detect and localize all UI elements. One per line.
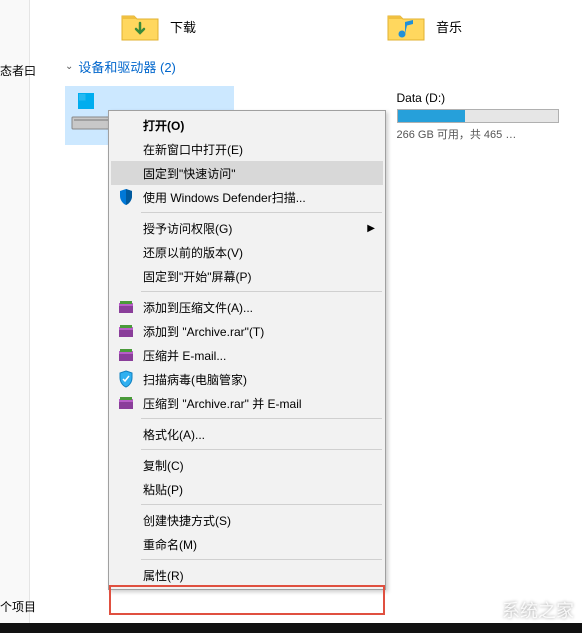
watermark-text: 系统之家: [502, 597, 574, 623]
downloads-folder-icon: [120, 10, 160, 42]
menu-rename[interactable]: 重命名(M): [111, 532, 383, 556]
menu-label: 还原以前的版本(V): [143, 244, 243, 261]
menu-separator: [141, 559, 382, 560]
menu-label: 压缩到 "Archive.rar" 并 E-mail: [143, 395, 302, 412]
qq-guard-icon: [117, 370, 135, 388]
folder-downloads[interactable]: 下载: [120, 10, 196, 42]
menu-label: 使用 Windows Defender扫描...: [143, 189, 306, 206]
menu-separator: [141, 449, 382, 450]
devices-group-header[interactable]: ⌄ 设备和驱动器 (2): [50, 57, 562, 76]
menu-create-shortcut[interactable]: 创建快捷方式(S): [111, 508, 383, 532]
menu-label: 固定到"快速访问": [143, 165, 236, 182]
watermark: 系统之家: [466, 597, 574, 623]
menu-separator: [141, 504, 382, 505]
menu-label: 扫描病毒(电脑管家): [143, 371, 247, 388]
menu-label: 复制(C): [143, 457, 184, 474]
music-folder-icon: [386, 10, 426, 42]
menu-separator: [141, 418, 382, 419]
menu-copy[interactable]: 复制(C): [111, 453, 383, 477]
menu-label: 添加到压缩文件(A)...: [143, 299, 253, 316]
menu-label: 固定到"开始"屏幕(P): [143, 268, 252, 285]
sidebar-strip: [0, 0, 30, 633]
context-menu: 打开(O) 在新窗口中打开(E) 固定到"快速访问" 使用 Windows De…: [108, 110, 386, 590]
menu-scan-virus[interactable]: 扫描病毒(电脑管家): [111, 367, 383, 391]
menu-label: 重命名(M): [143, 536, 197, 553]
drive-status-text: 266 GB 可用，共 465 …: [397, 126, 560, 142]
menu-label: 压缩并 E-mail...: [143, 347, 226, 364]
menu-label: 在新窗口中打开(E): [143, 141, 243, 158]
menu-add-to-archive-rar[interactable]: 添加到 "Archive.rar"(T): [111, 319, 383, 343]
drive-d[interactable]: Data (D:) 266 GB 可用，共 465 …: [394, 86, 563, 145]
menu-compress-rar-email[interactable]: 压缩到 "Archive.rar" 并 E-mail: [111, 391, 383, 415]
folder-label: 音乐: [436, 17, 462, 36]
drive-capacity-bar: [397, 109, 560, 123]
drive-info: Data (D:) 266 GB 可用，共 465 …: [397, 89, 560, 142]
drive-name: Data (D:): [397, 91, 560, 105]
menu-add-to-archive[interactable]: 添加到压缩文件(A)...: [111, 295, 383, 319]
menu-grant-access[interactable]: 授予访问权限(G) ▶: [111, 216, 383, 240]
menu-pin-start[interactable]: 固定到"开始"屏幕(P): [111, 264, 383, 288]
winrar-icon: [117, 322, 135, 340]
defender-shield-icon: [117, 188, 135, 206]
drive-bar-fill: [398, 110, 465, 122]
partial-text-bottom: 个项目: [0, 598, 36, 615]
menu-open-new-window[interactable]: 在新窗口中打开(E): [111, 137, 383, 161]
bottom-dark-bar: [0, 623, 582, 633]
menu-label: 格式化(A)...: [143, 426, 205, 443]
folder-music[interactable]: 音乐: [386, 10, 462, 42]
menu-defender-scan[interactable]: 使用 Windows Defender扫描...: [111, 185, 383, 209]
menu-label: 打开(O): [143, 117, 184, 134]
winrar-icon: [117, 346, 135, 364]
menu-format[interactable]: 格式化(A)...: [111, 422, 383, 446]
menu-label: 创建快捷方式(S): [143, 512, 231, 529]
menu-separator: [141, 212, 382, 213]
menu-label: 属性(R): [143, 567, 184, 584]
menu-paste[interactable]: 粘贴(P): [111, 477, 383, 501]
group-header-text: 设备和驱动器 (2): [78, 57, 176, 76]
menu-label: 授予访问权限(G): [143, 220, 232, 237]
folder-label: 下载: [170, 17, 196, 36]
winrar-icon: [117, 394, 135, 412]
submenu-arrow-icon: ▶: [367, 223, 375, 234]
menu-compress-email[interactable]: 压缩并 E-mail...: [111, 343, 383, 367]
menu-properties[interactable]: 属性(R): [111, 563, 383, 587]
menu-open[interactable]: 打开(O): [111, 113, 383, 137]
watermark-logo-icon: [466, 597, 496, 623]
menu-pin-quick-access[interactable]: 固定到"快速访问": [111, 161, 383, 185]
folders-row: 下载 音乐: [50, 10, 562, 42]
menu-label: 添加到 "Archive.rar"(T): [143, 323, 264, 340]
winrar-icon: [117, 298, 135, 316]
menu-separator: [141, 291, 382, 292]
menu-label: 粘贴(P): [143, 481, 183, 498]
chevron-down-icon: ⌄: [65, 61, 73, 72]
menu-restore-previous[interactable]: 还原以前的版本(V): [111, 240, 383, 264]
